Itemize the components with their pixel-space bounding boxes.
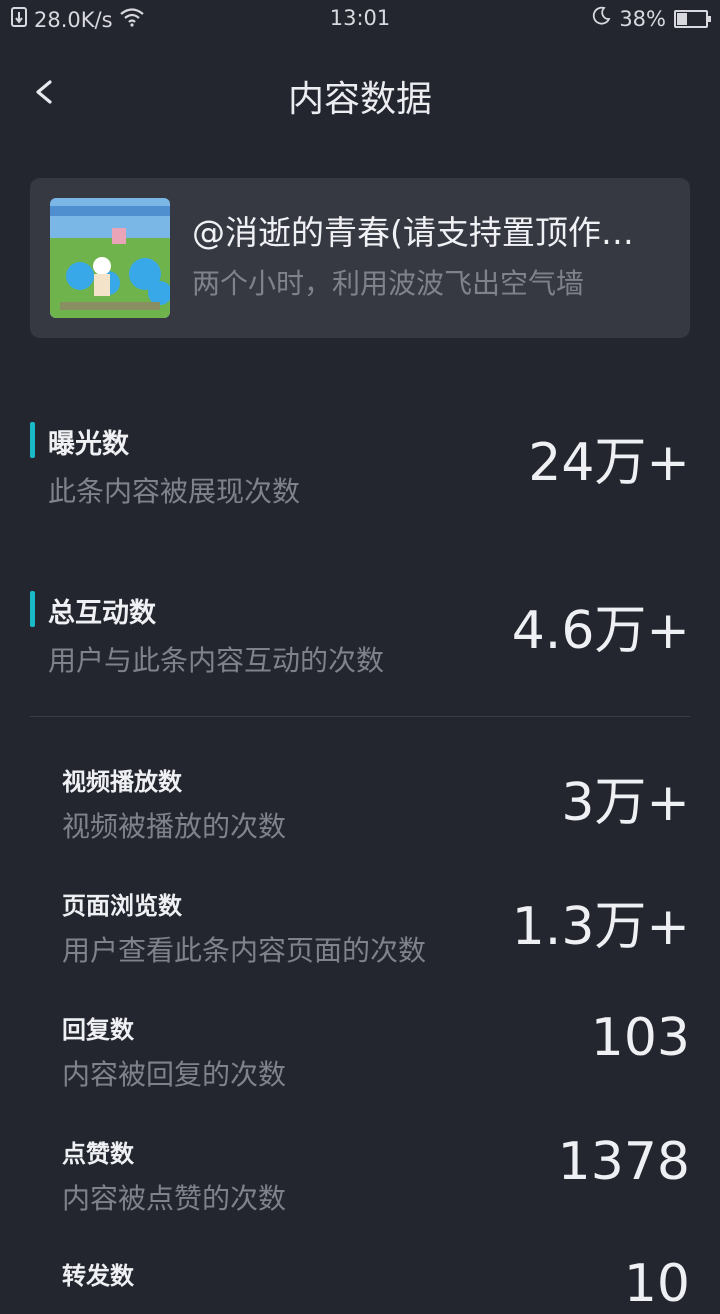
metric-desc: 内容被点赞的次数: [62, 1182, 287, 1215]
status-bar: 28.0K/s 13:01 38%: [0, 0, 720, 40]
page-title: 内容数据: [287, 79, 432, 120]
metric-label: 总互动数: [48, 598, 156, 629]
metric-label: 回复数: [62, 1016, 134, 1044]
metric-desc: 此条内容被展现次数: [48, 475, 301, 508]
metric-value: 4.6万+: [511, 601, 690, 661]
moon-icon: [591, 6, 611, 31]
accent-bar: [30, 422, 35, 458]
nav-bar: 内容数据: [0, 60, 720, 124]
content-title: @消逝的青春(请支持置顶作…: [192, 213, 634, 252]
content-subtitle: 两个小时，利用波波飞出空气墙: [192, 267, 585, 300]
metric-desc: 用户与此条内容互动的次数: [48, 644, 385, 677]
metric-value: 3万+: [561, 773, 690, 833]
metric-desc: 用户查看此条内容页面的次数: [62, 934, 427, 967]
metric-value: 1.3万+: [511, 897, 690, 957]
metric-desc: 视频被播放的次数: [62, 810, 287, 843]
metric-value: 1378: [557, 1132, 690, 1192]
metric-desc: 内容被回复的次数: [62, 1058, 287, 1091]
metric-label: 曝光数: [48, 429, 129, 460]
metric-label: 转发数: [62, 1262, 134, 1290]
battery-percent: 38%: [619, 6, 666, 31]
metric-label: 视频播放数: [62, 768, 182, 796]
content-card[interactable]: @消逝的青春(请支持置顶作… 两个小时，利用波波飞出空气墙: [30, 178, 690, 338]
metric-value: 103: [590, 1008, 690, 1068]
metric-label: 页面浏览数: [62, 892, 182, 920]
metric-label: 点赞数: [62, 1140, 134, 1168]
accent-bar: [30, 591, 35, 627]
battery-icon: [674, 9, 711, 28]
content-thumbnail: [50, 198, 170, 318]
metric-value: 24万+: [528, 433, 690, 493]
divider: [30, 716, 690, 717]
metric-value: 10: [623, 1254, 690, 1314]
